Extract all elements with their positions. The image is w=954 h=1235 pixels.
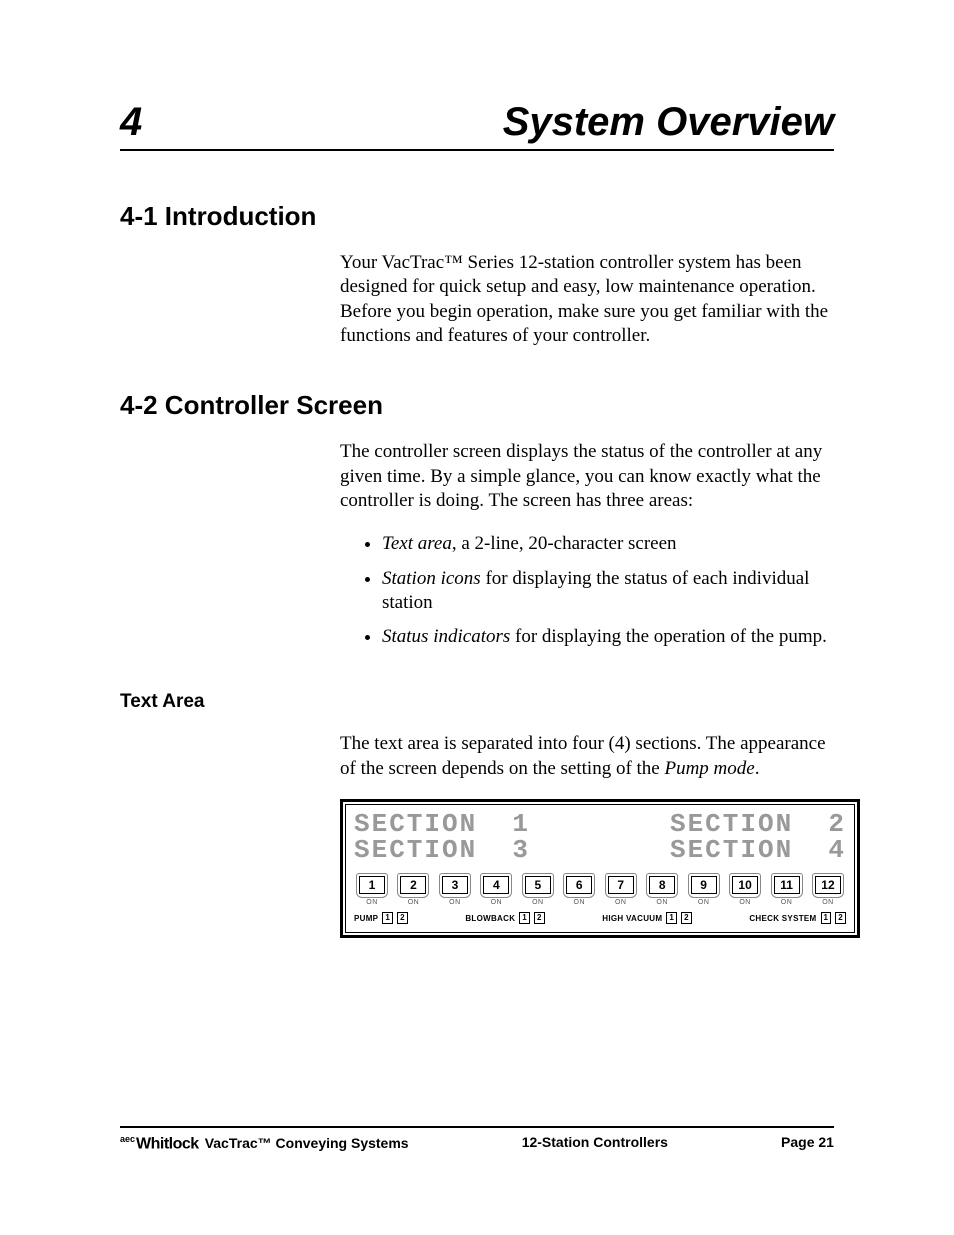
station-number: 1 [359, 876, 385, 894]
list-item-text: for displaying the operation of the pump… [510, 626, 827, 647]
list-item-em: Text area [382, 533, 452, 554]
status-indicator-box: 1 [666, 912, 677, 924]
status-indicator-box: 1 [821, 912, 832, 924]
station-on-label: ON [563, 899, 595, 906]
list-item: Status indicators for displaying the ope… [382, 625, 834, 649]
status-indicator-box: 2 [397, 912, 408, 924]
list-item-em: Status indicators [382, 626, 510, 647]
section-heading-4-2: 4-2 Controller Screen [120, 390, 834, 421]
lcd-cell: SECTION 1 [354, 811, 530, 837]
chapter-number: 4 [120, 100, 142, 145]
station-on-label: ON [688, 899, 720, 906]
controller-panel-figure: SECTION 1 SECTION 2 SECTION 3 SECTION 4 … [340, 799, 860, 938]
status-label: PUMP [354, 914, 378, 923]
screen-areas-list: Text area, a 2-line, 20-character screen… [340, 532, 834, 649]
station-on-label: ON [397, 899, 429, 906]
status-indicator-box: 1 [519, 912, 530, 924]
brand-name: Whitlock [136, 1135, 199, 1152]
status-high-vacuum: HIGH VACUUM 1 2 [602, 912, 692, 924]
status-label: CHECK SYSTEM [749, 914, 816, 923]
station-on-label: ON [522, 899, 554, 906]
footer-left: aecWhitlock VacTrac™ Conveying Systems [120, 1134, 409, 1153]
status-indicator-box: 2 [835, 912, 846, 924]
chapter-title: System Overview [503, 100, 834, 145]
text-area-p-b: . [755, 758, 760, 779]
lcd-cell: SECTION 2 [670, 811, 846, 837]
status-check-system: CHECK SYSTEM 1 2 [749, 912, 846, 924]
status-blowback: BLOWBACK 1 2 [465, 912, 544, 924]
station-on-label: ON [439, 899, 471, 906]
station-number: 3 [442, 876, 468, 894]
lcd-cell: SECTION 3 [354, 837, 530, 863]
station-number: 8 [649, 876, 675, 894]
intro-paragraph: Your VacTrac™ Series 12-station controll… [340, 251, 834, 348]
status-label: HIGH VACUUM [602, 914, 662, 923]
station-on-label: ON [356, 899, 388, 906]
station-on-label: ON [480, 899, 512, 906]
lcd-row-2: SECTION 3 SECTION 4 [354, 837, 846, 863]
controller-panel-inner: SECTION 1 SECTION 2 SECTION 3 SECTION 4 … [345, 804, 855, 933]
status-label: BLOWBACK [465, 914, 515, 923]
status-pump: PUMP 1 2 [354, 912, 408, 924]
section-heading-4-1: 4-1 Introduction [120, 201, 834, 232]
brand-logo: aecWhitlock [120, 1134, 199, 1153]
list-item: Text area, a 2-line, 20-character screen [382, 532, 834, 556]
station-number: 2 [400, 876, 426, 894]
station-on-label: ON [771, 899, 803, 906]
station-number: 9 [691, 876, 717, 894]
station-icon: 4 ON [480, 873, 512, 906]
status-indicator-box: 2 [534, 912, 545, 924]
status-indicator-row: PUMP 1 2 BLOWBACK 1 2 HIGH VACUUM 1 2 CH… [354, 912, 846, 924]
station-icon: 5 ON [522, 873, 554, 906]
station-icon: 2 ON [397, 873, 429, 906]
station-on-label: ON [812, 899, 844, 906]
footer-page-number: Page 21 [781, 1134, 834, 1153]
station-icon: 1 ON [356, 873, 388, 906]
station-icon: 8 ON [646, 873, 678, 906]
station-icon: 9 ON [688, 873, 720, 906]
station-icon: 7 ON [605, 873, 637, 906]
station-icon-row: 1 ON 2 ON 3 ON 4 ON 5 ON 6 ON 7 ON 8 ON 9 ON 10 ON… [354, 873, 846, 906]
station-on-label: ON [605, 899, 637, 906]
text-area-p-em: Pump mode [664, 758, 754, 779]
footer-product: VacTrac™ Conveying Systems [205, 1135, 409, 1151]
station-icon: 11 ON [771, 873, 803, 906]
station-on-label: ON [729, 899, 761, 906]
station-icon: 10 ON [729, 873, 761, 906]
station-icon: 3 ON [439, 873, 471, 906]
station-number: 7 [608, 876, 634, 894]
list-item-em: Station icons [382, 568, 481, 589]
status-indicator-box: 2 [681, 912, 692, 924]
subsection-heading-text-area: Text Area [120, 691, 834, 713]
page-footer: aecWhitlock VacTrac™ Conveying Systems 1… [120, 1126, 834, 1153]
chapter-header: 4 System Overview [120, 100, 834, 151]
station-icon: 6 ON [563, 873, 595, 906]
brand-prefix: aec [120, 1134, 135, 1144]
status-indicator-box: 1 [382, 912, 393, 924]
station-number: 4 [483, 876, 509, 894]
station-number: 11 [774, 876, 800, 894]
station-number: 10 [732, 876, 758, 894]
station-number: 5 [525, 876, 551, 894]
lcd-cell: SECTION 4 [670, 837, 846, 863]
list-item: Station icons for displaying the status … [382, 567, 834, 616]
station-number: 6 [566, 876, 592, 894]
footer-center: 12-Station Controllers [522, 1134, 668, 1153]
controller-screen-paragraph: The controller screen displays the statu… [340, 440, 834, 513]
station-on-label: ON [646, 899, 678, 906]
lcd-row-1: SECTION 1 SECTION 2 [354, 811, 846, 837]
list-item-text: , a 2-line, 20-character screen [452, 533, 677, 554]
station-number: 12 [815, 876, 841, 894]
text-area-paragraph: The text area is separated into four (4)… [340, 732, 834, 781]
station-icon: 12 ON [812, 873, 844, 906]
